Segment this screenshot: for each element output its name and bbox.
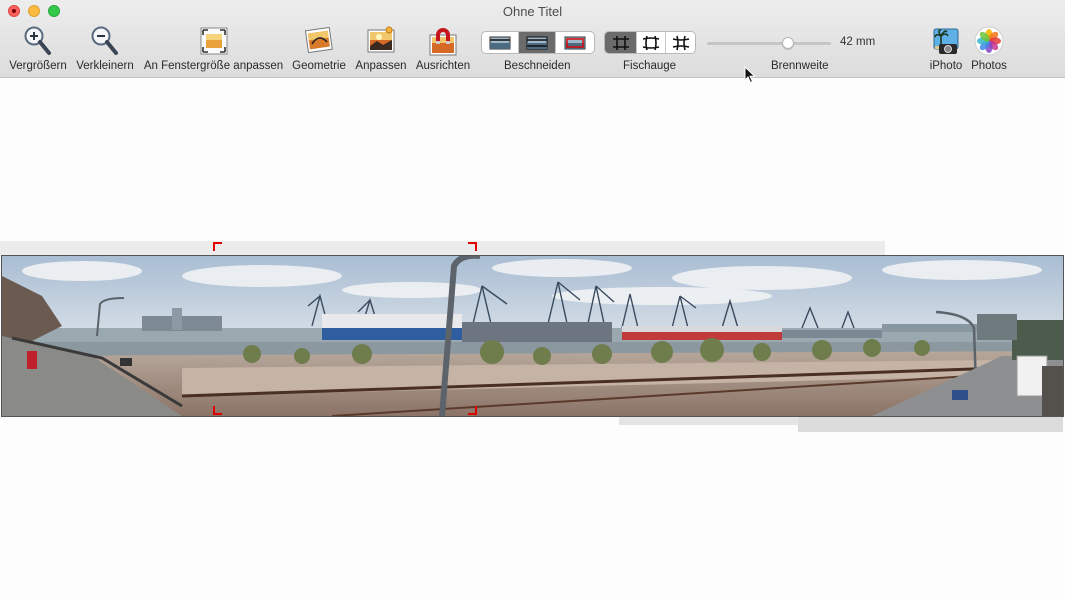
crop-option-1[interactable] xyxy=(482,32,519,53)
crop-frame-icon xyxy=(489,36,511,49)
grid-pincushion-icon xyxy=(672,35,689,50)
geometry-icon xyxy=(303,24,335,58)
fisheye-option-3[interactable] xyxy=(666,32,695,53)
crop-option-2[interactable] xyxy=(519,32,556,53)
crop-segmented-control[interactable] xyxy=(481,31,595,54)
unaligned-image-strip-bottom xyxy=(619,417,799,425)
zoom-out-button[interactable]: Verkleinern xyxy=(74,24,136,72)
adjust-icon xyxy=(365,24,397,58)
iphoto-icon xyxy=(931,24,961,58)
grid-barrel-icon xyxy=(642,35,660,50)
window-title: Ohne Titel xyxy=(502,4,563,19)
fit-to-window-button[interactable]: An Fenstergröße anpassen xyxy=(143,24,284,72)
adjust-label: Anpassen xyxy=(355,60,407,72)
fisheye-option-2[interactable] xyxy=(637,32,666,53)
geometry-label: Geometrie xyxy=(292,60,346,72)
crop-handle-bottom-left[interactable] xyxy=(213,406,222,415)
geometry-button[interactable]: Geometrie xyxy=(291,24,347,72)
zoom-out-label: Verkleinern xyxy=(76,60,134,72)
focal-length-slider-knob[interactable] xyxy=(782,37,794,49)
fit-window-label: An Fenstergröße anpassen xyxy=(143,60,284,72)
crop-group-label: Beschneiden xyxy=(504,60,571,72)
title-bar: Ohne Titel Vergrößern Verkleinern An Fen… xyxy=(0,0,1065,78)
crop-red-icon xyxy=(564,36,585,49)
crop-handle-top-right[interactable] xyxy=(468,242,477,251)
align-button[interactable]: Ausrichten xyxy=(414,24,472,72)
crop-handle-top-left[interactable] xyxy=(213,242,222,251)
panorama-scene xyxy=(2,256,1063,416)
panorama-image[interactable] xyxy=(1,255,1064,417)
align-label: Ausrichten xyxy=(415,60,471,72)
zoom-in-button[interactable]: Vergrößern xyxy=(8,24,68,72)
crop-handle-bottom-right[interactable] xyxy=(468,406,477,415)
zoom-in-icon xyxy=(23,24,53,58)
magnet-align-icon xyxy=(427,24,459,58)
photos-button[interactable]: Photos xyxy=(969,24,1009,72)
unaligned-image-strip-bottom-right xyxy=(798,417,1063,432)
photos-app-icon xyxy=(974,24,1004,58)
focal-length-label: Brennweite xyxy=(771,60,829,72)
zoom-in-label: Vergrößern xyxy=(9,60,67,72)
iphoto-label: iPhoto xyxy=(929,60,963,72)
adjust-button[interactable]: Anpassen xyxy=(354,24,408,72)
fit-window-icon xyxy=(199,24,229,58)
crop-option-3[interactable] xyxy=(556,32,593,53)
fisheye-segmented-control[interactable] xyxy=(604,31,696,54)
fisheye-group-label: Fischauge xyxy=(623,60,677,72)
focal-length-slider-track[interactable] xyxy=(707,42,831,45)
grid-straight-icon xyxy=(612,35,629,50)
crop-inner-icon xyxy=(526,36,548,49)
zoom-out-icon xyxy=(90,24,120,58)
canvas-area[interactable] xyxy=(0,79,1065,600)
focal-length-value: 42 mm xyxy=(840,36,876,48)
photos-label: Photos xyxy=(971,60,1007,72)
fisheye-option-1[interactable] xyxy=(605,32,637,53)
iphoto-button[interactable]: iPhoto xyxy=(926,24,966,72)
